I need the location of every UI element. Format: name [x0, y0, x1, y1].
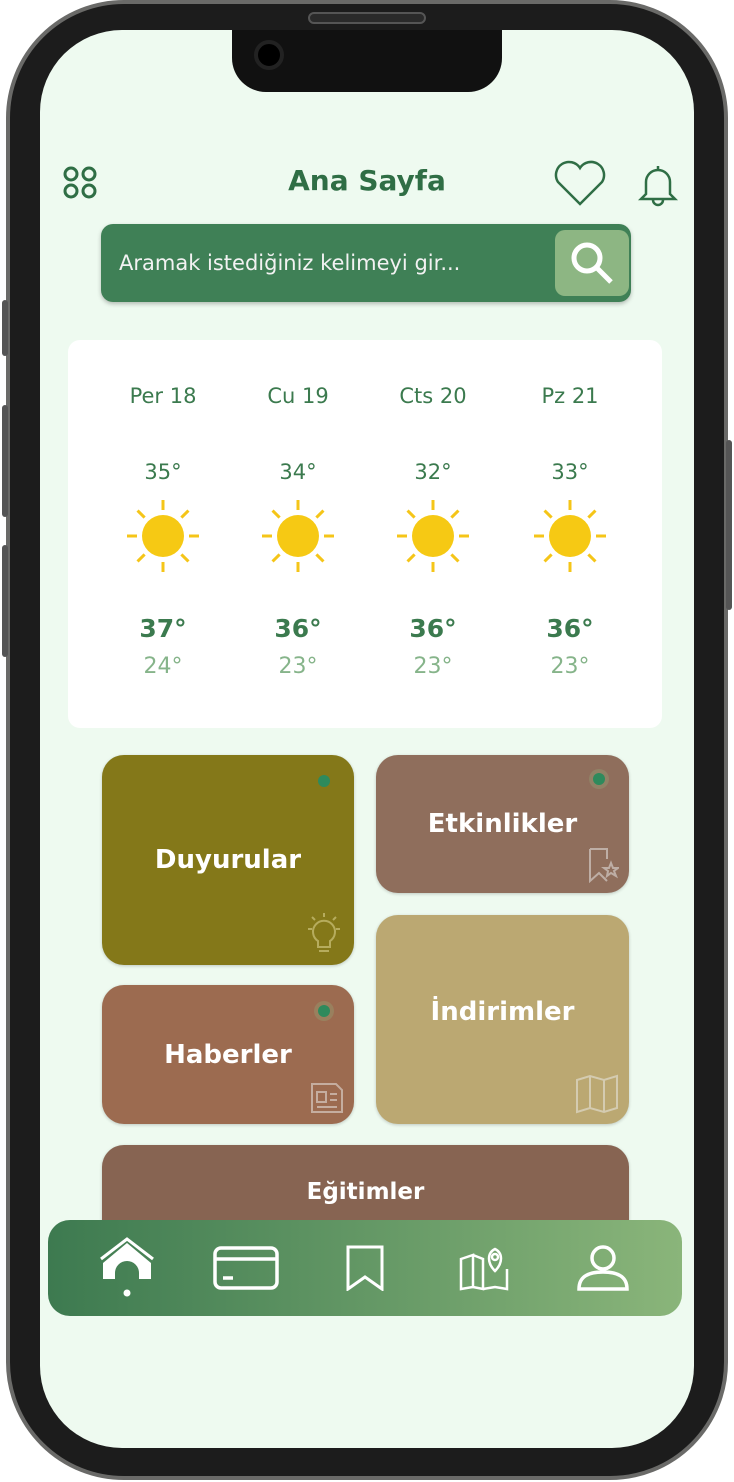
bottom-nav — [48, 1220, 682, 1316]
volume-up-button — [2, 405, 8, 517]
home-icon — [100, 1237, 155, 1297]
high-temp: 36° — [274, 614, 322, 643]
nav-card[interactable] — [211, 1233, 281, 1303]
tile-label: Eğitimler — [306, 1179, 425, 1205]
card-icon — [213, 1246, 279, 1290]
mute-switch — [2, 300, 8, 356]
bookmark-star-icon — [589, 848, 619, 883]
sun-icon — [397, 500, 469, 572]
nav-saved[interactable] — [330, 1233, 400, 1303]
current-temp: 35° — [144, 460, 182, 484]
volume-down-button — [2, 545, 8, 657]
current-temp: 33° — [551, 460, 589, 484]
current-temp: 32° — [414, 460, 452, 484]
map-icon — [576, 1074, 618, 1114]
search-icon — [571, 242, 613, 284]
nav-home[interactable] — [92, 1233, 162, 1303]
tile-haberler[interactable]: Haberler — [102, 985, 354, 1124]
sun-icon — [534, 500, 606, 572]
speaker — [308, 12, 426, 24]
current-temp: 34° — [279, 460, 317, 484]
low-temp: 23° — [550, 654, 590, 679]
tile-label: Haberler — [164, 1039, 292, 1070]
bell-icon[interactable] — [636, 162, 680, 208]
day-label: Pz 21 — [541, 384, 599, 408]
low-temp: 23° — [278, 654, 318, 679]
day-label: Cu 19 — [267, 384, 329, 408]
bookmark-icon — [346, 1245, 384, 1291]
low-temp: 23° — [413, 654, 453, 679]
high-temp: 36° — [546, 614, 594, 643]
tile-label: Etkinlikler — [427, 809, 578, 839]
day-label: Cts 20 — [399, 384, 467, 408]
tile-etkinlikler[interactable]: Etkinlikler — [376, 755, 629, 893]
high-temp: 36° — [409, 614, 457, 643]
power-button — [726, 440, 732, 610]
search-button[interactable] — [555, 230, 629, 296]
lightbulb-icon — [308, 913, 340, 952]
day-label: Per 18 — [129, 384, 197, 408]
tile-label: Duyurular — [154, 845, 302, 875]
nav-profile[interactable] — [568, 1233, 638, 1303]
tile-duyurular[interactable]: Duyurular — [102, 755, 354, 965]
search-input[interactable] — [119, 224, 549, 302]
nav-map[interactable] — [449, 1233, 519, 1303]
user-icon — [576, 1245, 629, 1291]
sun-icon — [127, 500, 199, 572]
map-pin-icon — [459, 1247, 509, 1291]
sun-icon — [262, 500, 334, 572]
tile-label: İndirimler — [430, 996, 575, 1027]
heart-icon[interactable] — [552, 160, 608, 208]
tile-indirimler[interactable]: İndirimler — [376, 915, 629, 1124]
low-temp: 24° — [143, 654, 183, 679]
newspaper-icon — [311, 1083, 343, 1113]
weather-card: Per 18 35° 37° 24° Cu 19 34° 36° 23° Cts 2… — [68, 340, 662, 728]
page-title: Ana Sayfa — [288, 164, 446, 197]
high-temp: 37° — [139, 614, 187, 643]
camera — [254, 40, 284, 70]
search-bar — [101, 224, 631, 302]
